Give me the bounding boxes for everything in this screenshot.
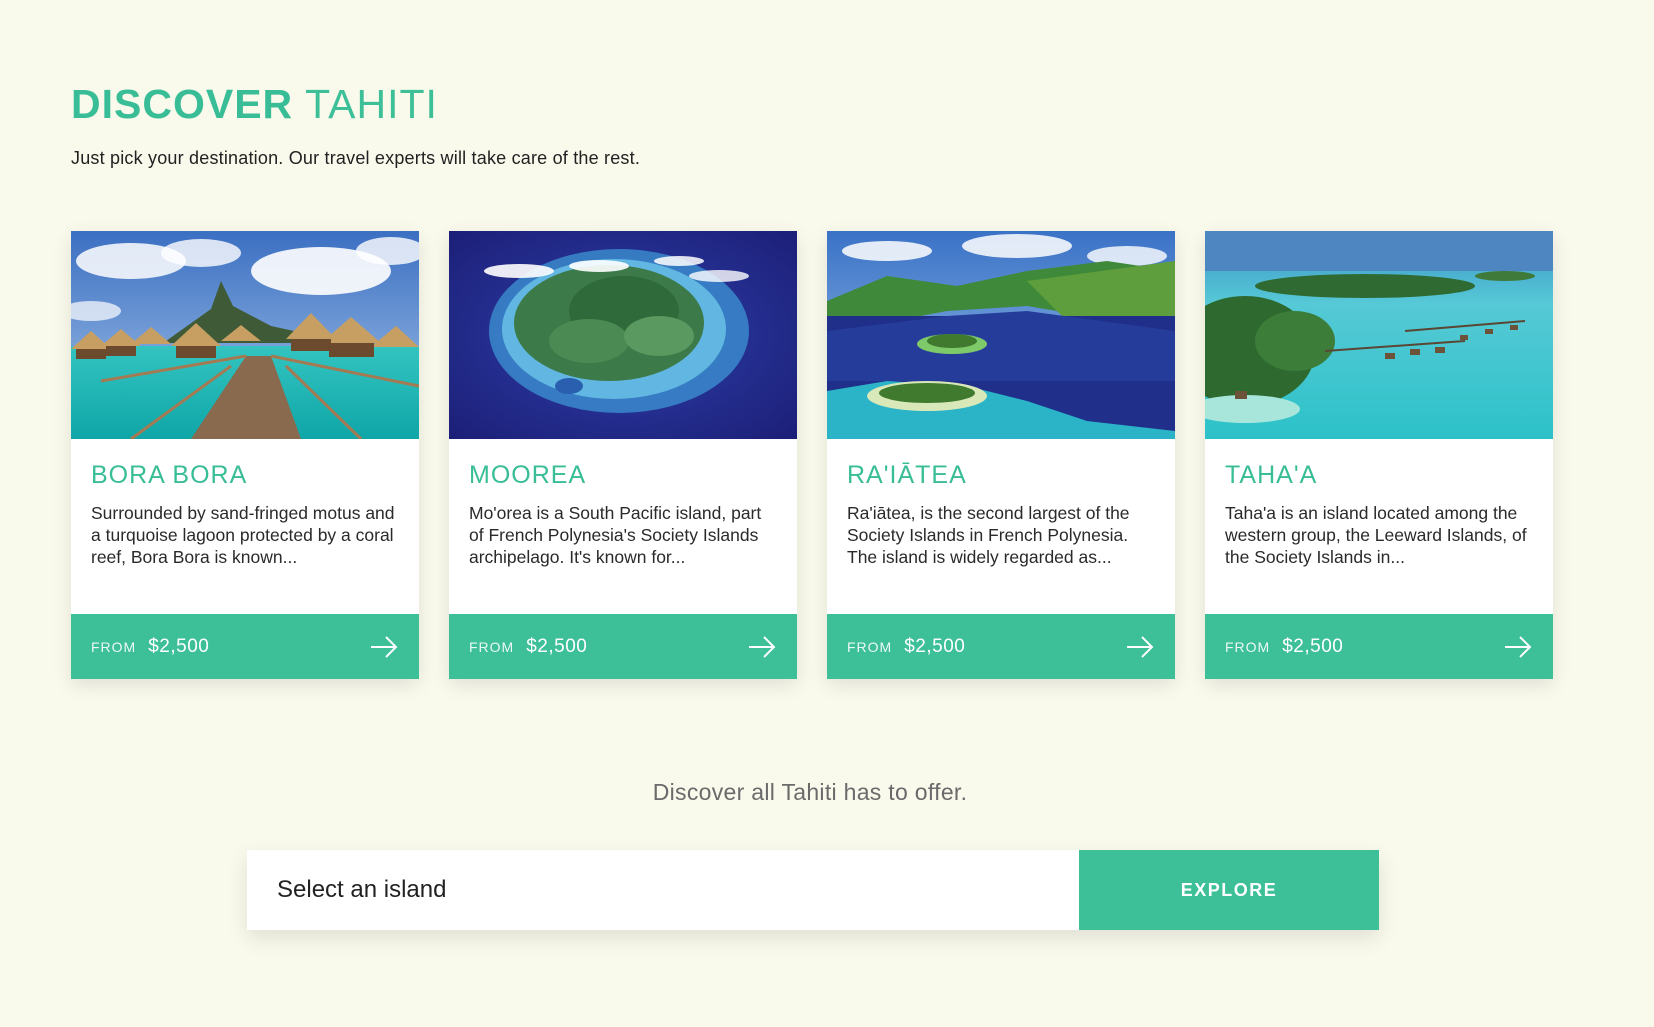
island-select[interactable]: Select an island [247,850,1079,930]
discover-all-text: Discover all Tahiti has to offer. [652,779,968,805]
destination-card-moorea[interactable]: MOOREA Mo'orea is a South Pacific island… [449,231,797,679]
card-description: Surrounded by sand-fringed motus and a t… [91,503,395,567]
card-price-bar[interactable]: FROM $2,500 [827,614,1175,679]
card-body: MOOREA Mo'orea is a South Pacific island… [449,439,797,614]
card-price-bar[interactable]: FROM $2,500 [1205,614,1553,679]
card-title: RA'IĀTEA [847,461,967,489]
destination-card-bora-bora[interactable]: BORA BORA Surrounded by sand-fringed mot… [71,231,419,679]
price: $2,500 [904,635,966,657]
island-search-bar: Select an island EXPLORE [247,850,1379,930]
card-description: Ra'iātea, is the second largest of the S… [847,503,1130,567]
page-subtitle: Just pick your destination. Our travel e… [71,148,641,168]
destination-card-tahaa[interactable]: TAHA'A Taha'a is an island located among… [1205,231,1553,679]
from-label: FROM [91,638,137,655]
lagoon-bay-photo [827,231,1175,439]
card-description: Taha'a is an island located among the we… [1225,503,1527,567]
from-label: FROM [469,638,515,655]
page-title-bold: DISCOVER [71,81,294,127]
card-body: BORA BORA Surrounded by sand-fringed mot… [71,439,419,614]
page-title-light: TAHITI [305,81,438,127]
price: $2,500 [526,635,588,657]
card-price-bar[interactable]: FROM $2,500 [71,614,419,679]
card-description: Mo'orea is a South Pacific island, part … [469,503,762,567]
arrow-right-icon[interactable] [1125,635,1155,659]
destination-card-raiatea[interactable]: RA'IĀTEA Ra'iātea, is the second largest… [827,231,1175,679]
turquoise-lagoon-photo [1205,231,1553,439]
card-price-bar[interactable]: FROM $2,500 [449,614,797,679]
arrow-right-icon[interactable] [1503,635,1533,659]
destination-cards: BORA BORA Surrounded by sand-fringed mot… [71,231,1553,679]
from-label: FROM [847,638,893,655]
price: $2,500 [1282,635,1344,657]
card-title: TAHA'A [1225,461,1318,489]
card-title: BORA BORA [91,461,248,489]
arrow-right-icon[interactable] [747,635,777,659]
card-title: MOOREA [469,461,587,489]
page-title: DISCOVER TAHITI [71,80,640,128]
card-body: TAHA'A Taha'a is an island located among… [1205,439,1553,614]
page-header: DISCOVER TAHITI Just pick your destinatio… [71,80,640,169]
explore-button[interactable]: EXPLORE [1079,850,1379,930]
aerial-island-photo [449,231,797,439]
card-body: RA'IĀTEA Ra'iātea, is the second largest… [827,439,1175,614]
arrow-right-icon[interactable] [369,635,399,659]
price: $2,500 [148,635,210,657]
overwater-bungalows-photo [71,231,419,439]
from-label: FROM [1225,638,1271,655]
